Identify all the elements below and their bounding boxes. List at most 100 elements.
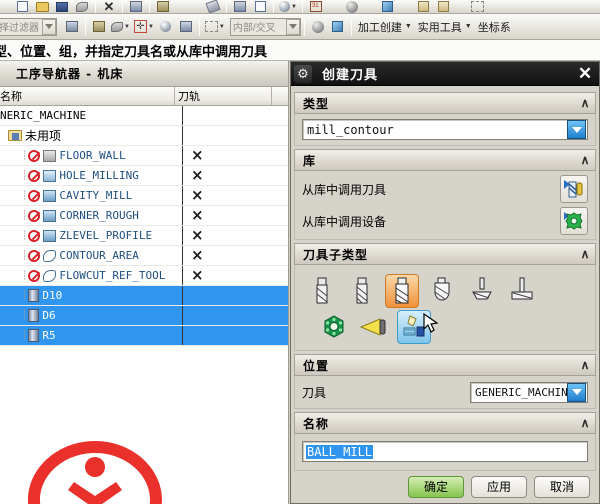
tree-row-name-cell[interactable]: ┊ D6 (0, 306, 183, 325)
tree-row-name-cell[interactable]: ┊ FLOOR_WALL (0, 146, 183, 165)
close-icon[interactable]: ✕ (575, 64, 595, 84)
toolbar-icon-pencil[interactable] (414, 0, 434, 13)
position-tool-dropdown-button[interactable] (567, 382, 586, 402)
subtype-ball-mill[interactable] (425, 274, 459, 308)
tree-row[interactable]: ┊ CONTOUR_AREA × (0, 246, 288, 266)
column-header-name[interactable]: 名称 (0, 87, 175, 105)
tree-row-name-cell[interactable]: ┊ CAVITY_MILL (0, 186, 183, 205)
chevron-up-icon[interactable]: ∧ (575, 355, 595, 375)
toolbar-icon-datum[interactable] (156, 16, 176, 38)
subtype-endmill[interactable] (345, 274, 379, 308)
toolbar-icon-box[interactable] (12, 0, 32, 13)
subtype-flat-endmill[interactable] (305, 274, 339, 308)
toolbar-icon-filter[interactable] (89, 16, 109, 38)
tree-row-toolpath-cell[interactable] (183, 286, 280, 305)
tree-row-toolpath-cell[interactable] (183, 326, 280, 345)
tree-row-toolpath-cell[interactable]: × (183, 166, 280, 185)
tree-row-toolpath-cell[interactable]: × (183, 186, 280, 205)
toolbar-icon-mouse[interactable] (72, 0, 92, 13)
toolbar-icon-paint[interactable]: ▼ (277, 0, 299, 13)
position-tool-combo[interactable]: GENERIC_MACHIN (470, 381, 588, 403)
tool-name-input[interactable]: BALL_MILL (302, 441, 588, 462)
tree-row-name-cell[interactable]: 未用项 (0, 126, 183, 145)
tree-row-toolpath-cell[interactable] (183, 106, 280, 125)
cancel-button[interactable]: 取消 (534, 475, 590, 498)
retrieve-tool-from-library-button[interactable] (560, 175, 588, 203)
subtype-mill-5-param[interactable] (385, 274, 419, 308)
tree-row[interactable]: ┊ FLOWCUT_REF_TOOL × (0, 266, 288, 286)
section-header-library[interactable]: 库 ∧ (294, 149, 596, 171)
column-header-toolpath[interactable]: 刀轨 (175, 87, 272, 105)
selection-scope-dropdown-button[interactable] (285, 18, 300, 35)
toolbar-icon-cube[interactable] (378, 0, 398, 13)
subtype-barrel-tool[interactable] (317, 310, 351, 344)
dialog-title-bar[interactable]: ⚙ 创建刀具 ✕ (291, 62, 599, 86)
section-header-type[interactable]: 类型 ∧ (294, 92, 596, 114)
tree-row-name-cell[interactable]: ┊ D10 (0, 286, 183, 305)
subtype-t-cutter[interactable] (505, 274, 539, 308)
tree-row-name-cell[interactable]: ┊ CORNER_ROUGH (0, 206, 183, 225)
tree-row-toolpath-cell[interactable]: × (183, 246, 280, 265)
tree-row-name-cell[interactable]: ┊ R5 (0, 326, 183, 345)
tree-row[interactable]: ┊ R5 (0, 326, 288, 346)
tree-row-name-cell[interactable]: ┊ CONTOUR_AREA (0, 246, 183, 265)
navigator-tree[interactable]: NERIC_MACHINE 未用项 ┊ FLOOR_WALL × ┊ HOLE_MILLIN… (0, 106, 288, 346)
tree-row[interactable]: ┊ D6 (0, 306, 288, 326)
chevron-up-icon[interactable]: ∧ (575, 150, 595, 170)
apply-button[interactable]: 应用 (471, 475, 527, 498)
toolbar-icon-blue-chart[interactable] (52, 0, 72, 13)
tree-row-name-cell[interactable]: ┊ FLOWCUT_REF_TOOL (0, 266, 183, 285)
toolbar-icon-folder[interactable] (32, 0, 52, 13)
toolbar-icon-sphere[interactable] (342, 0, 362, 13)
type-combo[interactable]: mill_contour (302, 119, 588, 140)
toolbar-icon-snap[interactable] (62, 16, 82, 38)
tree-row-toolpath-cell[interactable]: × (183, 206, 280, 225)
retrieve-device-from-library-button[interactable] (560, 207, 588, 235)
chevron-up-icon[interactable]: ∧ (575, 244, 595, 264)
toolbar-icon-shield[interactable] (153, 0, 173, 13)
tree-row[interactable]: ┊ FLOOR_WALL × (0, 146, 288, 166)
toolbar-icon-pencil2[interactable] (434, 0, 454, 13)
ok-button[interactable]: 确定 (408, 475, 464, 498)
tree-row-toolpath-cell[interactable] (183, 306, 280, 325)
toolbar-icon-wcs-plus[interactable]: ▼ (132, 16, 156, 38)
section-header-subtype[interactable]: 刀具子类型 ∧ (294, 243, 596, 265)
tree-row-toolpath-cell[interactable]: × (183, 226, 280, 245)
tree-row[interactable]: ┊ D10 (0, 286, 288, 306)
selection-scope-combo[interactable]: 内部/交叉 (229, 17, 301, 36)
menu-utilities[interactable]: 实用工具 ▼ (415, 19, 475, 35)
tree-row-toolpath-cell[interactable]: × (183, 146, 280, 165)
tree-row[interactable]: 未用项 (0, 126, 288, 146)
toolbar-icon-square[interactable] (250, 0, 270, 13)
chevron-up-icon[interactable]: ∧ (575, 413, 595, 433)
tree-row[interactable]: ┊ CAVITY_MILL × (0, 186, 288, 206)
tree-row-name-cell[interactable]: ┊ HOLE_MILLING (0, 166, 183, 185)
menu-coordinate-system[interactable]: 坐标系 (475, 19, 514, 35)
section-header-position[interactable]: 位置 ∧ (294, 354, 596, 376)
toolbar-icon-calendar[interactable] (306, 0, 326, 13)
toolbar-icon-shaded[interactable] (308, 16, 328, 38)
tree-row[interactable]: ┊ HOLE_MILLING × (0, 166, 288, 186)
tree-row[interactable]: NERIC_MACHINE (0, 106, 288, 126)
toolbar-icon-link[interactable] (230, 0, 250, 13)
tree-row-toolpath-cell[interactable]: × (183, 266, 280, 285)
toolbar-icon-feature[interactable] (176, 16, 196, 38)
toolbar-icon-cube2[interactable] (328, 16, 348, 38)
section-header-name[interactable]: 名称 ∧ (294, 412, 596, 434)
toolbar-icon-layer[interactable]: ▼ (109, 16, 132, 38)
tree-row-name-cell[interactable]: ┊ ZLEVEL_PROFILE (0, 226, 183, 245)
subtype-taper-mill[interactable] (357, 310, 391, 344)
subtype-chamfer-mill[interactable] (465, 274, 499, 308)
menu-machining-create[interactable]: 加工创建 ▼ (355, 19, 415, 35)
type-combo-dropdown-button[interactable] (567, 120, 586, 139)
toolbar-icon-arrow-pair[interactable] (126, 0, 146, 13)
tree-row-toolpath-cell[interactable] (183, 126, 280, 145)
toolbar-icon-x-tool[interactable]: ✕ (99, 0, 119, 13)
selection-filter-combo[interactable]: 选择过滤器 (0, 17, 57, 36)
chevron-up-icon[interactable]: ∧ (575, 93, 595, 113)
toolbar-icon-wrench[interactable] (203, 0, 223, 13)
selection-filter-dropdown-button[interactable] (42, 18, 56, 35)
tree-row-name-cell[interactable]: NERIC_MACHINE (0, 106, 183, 125)
tree-row[interactable]: ┊ CORNER_ROUGH × (0, 206, 288, 226)
tree-row[interactable]: ┊ ZLEVEL_PROFILE × (0, 226, 288, 246)
